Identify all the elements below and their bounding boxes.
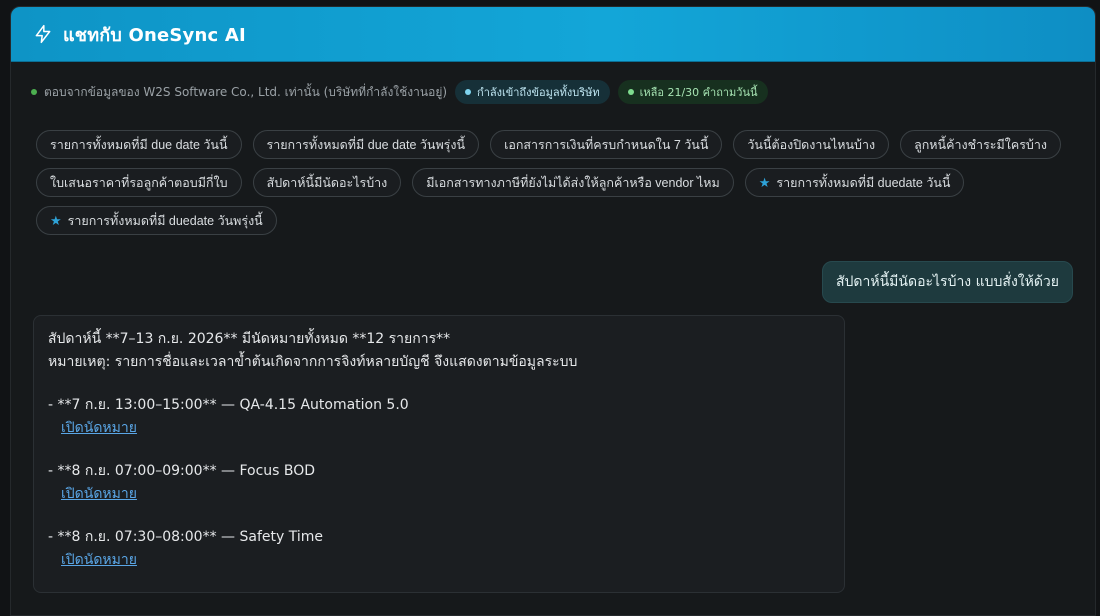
suggestion-label: รายการทั้งหมดที่มี due date วันพรุ่งนี้: [266, 137, 466, 152]
user-message-text: สัปดาห์นี้มีนัดอะไรบ้าง แบบสั่งให้ด้วย: [836, 274, 1059, 290]
chat-panel: แชทกับ OneSync AI ตอบจากข้อมูลของ W2S So…: [10, 6, 1096, 616]
star-icon: ★: [50, 212, 62, 228]
suggestion-chip[interactable]: มีเอกสารทางภาษีที่ยังไม่ได้ส่งให้ลูกค้าห…: [412, 168, 734, 197]
suggestion-chip[interactable]: วันนี้ต้องปิดงานไหนบ้าง: [733, 130, 890, 159]
suggestion-label: วันนี้ต้องปิดงานไหนบ้าง: [747, 137, 876, 152]
lightning-bolt-icon: [33, 24, 53, 44]
open-appointment-link[interactable]: เปิดนัดหมาย: [48, 549, 830, 572]
ai-summary-line: สัปดาห์นี้ **7–13 ก.ย. 2026** มีนัดหมายท…: [48, 331, 451, 347]
appointment-item: - **8 ก.ย. 07:00–09:00** — Focus BOD: [48, 463, 316, 479]
suggestion-chip-starred[interactable]: ★ รายการทั้งหมดที่มี duedate วันพรุ่งนี้: [36, 206, 277, 235]
quota-dot-icon: [627, 89, 634, 95]
suggestion-chip[interactable]: ใบเสนอราคาที่รอลูกค้าตอบมีกี่ใบ: [36, 168, 242, 197]
access-dot-icon: [465, 89, 472, 95]
suggestion-chip[interactable]: เอกสารการเงินที่ครบกำหนดใน 7 วันนี้: [490, 130, 723, 159]
star-icon: ★: [758, 174, 771, 190]
ai-response-card: สัปดาห์นี้ **7–13 ก.ย. 2026** มีนัดหมายท…: [33, 315, 845, 593]
data-source-note: ตอบจากข้อมูลของ W2S Software Co., Ltd. เ…: [31, 83, 447, 102]
suggestion-label: รายการทั้งหมดที่มี duedate วันพรุ่งนี้: [67, 213, 263, 228]
suggestion-chip[interactable]: สัปดาห์นี้มีนัดอะไรบ้าง: [252, 168, 402, 197]
suggestion-label: รายการทั้งหมดที่มี duedate วันนี้: [776, 175, 951, 190]
suggestion-chip[interactable]: ลูกหนี้ค้างชำระมีใครบ้าง: [900, 130, 1061, 159]
suggestion-chip[interactable]: รายการทั้งหมดที่มี due date วันนี้: [36, 130, 242, 159]
chat-header: แชทกับ OneSync AI: [11, 7, 1095, 62]
access-badge-text: กำลังเข้าถึงข้อมูลทั้งบริษัท: [477, 86, 600, 99]
chat-title: แชทกับ OneSync AI: [63, 24, 246, 46]
suggestion-chips: รายการทั้งหมดที่มี due date วันนี้ รายกา…: [36, 130, 1076, 235]
suggestion-label: ลูกหนี้ค้างชำระมีใครบ้าง: [914, 137, 1047, 152]
quota-badge: เหลือ 21/30 คำถามวันนี้: [617, 80, 768, 104]
open-appointment-link[interactable]: เปิดนัดหมาย: [48, 483, 830, 506]
status-dot-icon: [31, 89, 37, 95]
suggestion-chip[interactable]: รายการทั้งหมดที่มี due date วันพรุ่งนี้: [252, 130, 480, 159]
status-row: ตอบจากข้อมูลของ W2S Software Co., Ltd. เ…: [31, 80, 768, 104]
user-message-bubble: สัปดาห์นี้มีนัดอะไรบ้าง แบบสั่งให้ด้วย: [822, 261, 1073, 303]
quota-badge-text: เหลือ 21/30 คำถามวันนี้: [639, 86, 758, 99]
appointment-item: - **7 ก.ย. 13:00–15:00** — QA-4.15 Autom…: [48, 397, 409, 413]
access-badge: กำลังเข้าถึงข้อมูลทั้งบริษัท: [455, 80, 610, 104]
data-source-text: ตอบจากข้อมูลของ W2S Software Co., Ltd. เ…: [44, 84, 448, 99]
suggestion-label: เอกสารการเงินที่ครบกำหนดใน 7 วันนี้: [504, 137, 709, 152]
open-appointment-link[interactable]: เปิดนัดหมาย: [48, 417, 830, 440]
suggestion-chip-starred[interactable]: ★ รายการทั้งหมดที่มี duedate วันนี้: [744, 168, 965, 197]
appointment-item: - **8 ก.ย. 07:30–08:00** — Safety Time: [48, 529, 323, 545]
suggestion-label: มีเอกสารทางภาษีที่ยังไม่ได้ส่งให้ลูกค้าห…: [426, 175, 720, 190]
suggestion-label: สัปดาห์นี้มีนัดอะไรบ้าง: [266, 175, 388, 190]
suggestion-label: ใบเสนอราคาที่รอลูกค้าตอบมีกี่ใบ: [50, 175, 228, 190]
ai-note-line: หมายเหตุ: รายการชื่อและเวลาข้ำต้นเกิดจาก…: [48, 354, 578, 370]
suggestion-label: รายการทั้งหมดที่มี due date วันนี้: [50, 137, 228, 152]
